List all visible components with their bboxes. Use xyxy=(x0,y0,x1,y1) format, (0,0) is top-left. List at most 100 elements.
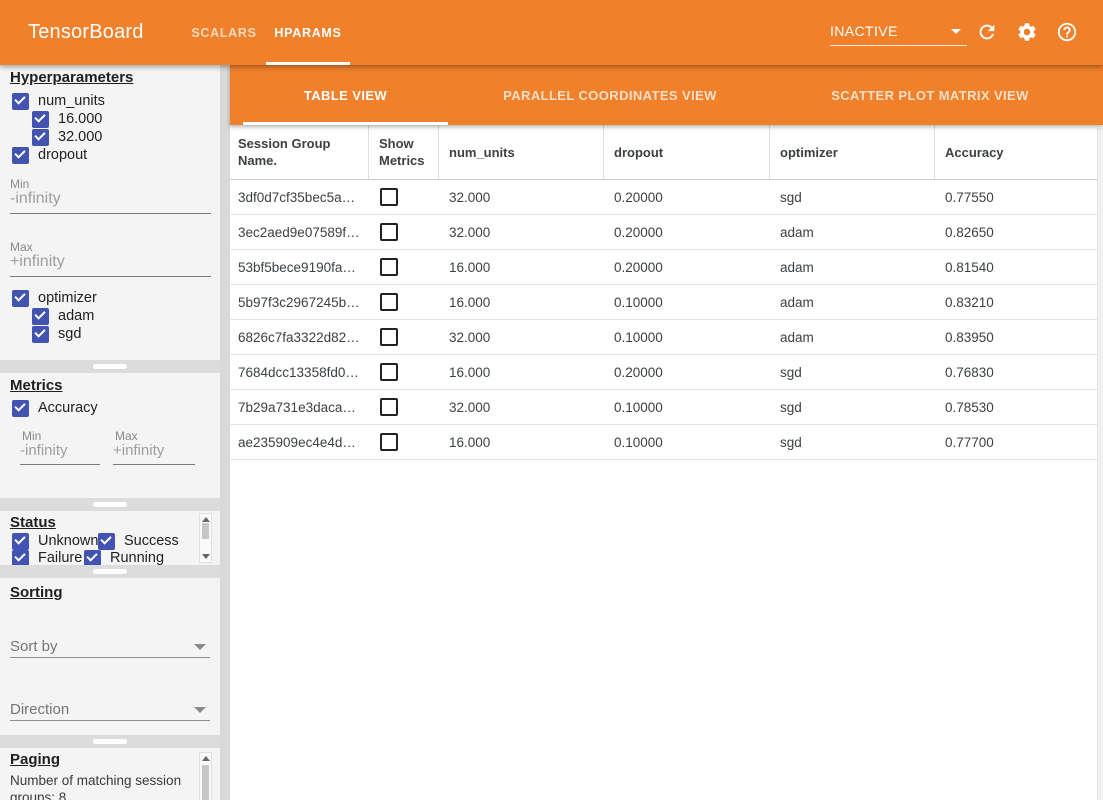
dropout-value: 0.10000 xyxy=(604,330,770,345)
show-metrics-checkbox[interactable] xyxy=(380,363,398,381)
col-show-metrics[interactable]: Show Metrics xyxy=(369,125,439,179)
num-units-checkbox[interactable] xyxy=(12,93,29,110)
failure-checkbox[interactable] xyxy=(12,550,29,566)
optimizer-value-adam: adam xyxy=(32,307,94,325)
num-units-label: num_units xyxy=(38,93,105,109)
tab-scatter-plot-matrix-view[interactable]: SCATTER PLOT MATRIX VIEW xyxy=(795,65,1065,125)
resize-handle[interactable] xyxy=(93,569,127,574)
sidebar-gutter xyxy=(220,65,230,800)
sort-by-value: Sort by xyxy=(10,638,58,655)
section-paging: Paging Number of matching session groups… xyxy=(0,748,220,800)
show-metrics-checkbox[interactable] xyxy=(380,328,398,346)
hparam-dropout: dropout xyxy=(12,146,87,164)
hyperparameters-heading: Hyperparameters xyxy=(10,69,133,86)
num-units-value: 32.000 xyxy=(439,225,604,240)
show-metrics-cell xyxy=(369,328,439,346)
table-row: 7684dcc13358fd0… 16.000 0.20000 sgd 0.76… xyxy=(230,355,1103,390)
paging-heading: Paging xyxy=(10,751,60,768)
run-status-dropdown[interactable]: INACTIVE xyxy=(830,17,967,46)
session-group-name: 3ec2aed9e07589f… xyxy=(230,225,369,240)
num-units-value-32: 32.000 xyxy=(32,128,102,146)
running-checkbox[interactable] xyxy=(84,550,101,566)
dropout-min-input[interactable] xyxy=(10,190,211,214)
scroll-up-icon[interactable] xyxy=(202,517,210,522)
show-metrics-checkbox[interactable] xyxy=(380,433,398,451)
scrollbar-thumb[interactable] xyxy=(202,523,209,539)
resize-handle[interactable] xyxy=(93,364,127,369)
show-metrics-cell xyxy=(369,188,439,206)
col-dropout[interactable]: dropout xyxy=(604,125,770,179)
optimizer-value: sgd xyxy=(770,365,935,380)
optimizer-value: adam xyxy=(770,295,935,310)
value-32-label: 32.000 xyxy=(58,129,102,145)
num-units-value: 16.000 xyxy=(439,365,604,380)
resize-handle[interactable] xyxy=(93,502,127,507)
sort-by-dropdown[interactable]: Sort by xyxy=(10,636,210,658)
value-16-checkbox[interactable] xyxy=(32,111,49,128)
num-units-value: 16.000 xyxy=(439,260,604,275)
accuracy-max-input[interactable] xyxy=(113,442,195,465)
dropout-checkbox[interactable] xyxy=(12,147,29,164)
scroll-down-icon[interactable] xyxy=(202,554,210,559)
accuracy-max-label: Max xyxy=(115,429,138,443)
col-optimizer[interactable]: optimizer xyxy=(770,125,935,179)
status-success: Success xyxy=(98,532,179,550)
session-group-name: ae235909ec4e4d… xyxy=(230,435,369,450)
show-metrics-checkbox[interactable] xyxy=(380,188,398,206)
sgd-checkbox[interactable] xyxy=(32,326,49,343)
col-accuracy[interactable]: Accuracy xyxy=(935,125,1103,179)
dropout-max-input[interactable] xyxy=(10,253,211,277)
show-metrics-checkbox[interactable] xyxy=(380,258,398,276)
sgd-label: sgd xyxy=(58,326,81,342)
refresh-icon[interactable] xyxy=(976,21,998,43)
num-units-value: 16.000 xyxy=(439,435,604,450)
success-label: Success xyxy=(124,533,179,549)
show-metrics-checkbox[interactable] xyxy=(380,398,398,416)
optimizer-value: adam xyxy=(770,225,935,240)
section-hyperparameters: Hyperparameters num_units 16.000 32.000 … xyxy=(0,65,220,360)
resize-handle[interactable] xyxy=(93,739,127,744)
metrics-heading: Metrics xyxy=(10,377,63,394)
col-session-group-name[interactable]: Session Group Name. xyxy=(230,125,369,179)
show-metrics-checkbox[interactable] xyxy=(380,293,398,311)
tab-parallel-coordinates-view[interactable]: PARALLEL COORDINATES VIEW xyxy=(475,65,745,125)
value-32-checkbox[interactable] xyxy=(32,129,49,146)
show-metrics-cell xyxy=(369,258,439,276)
table-row: 7b29a731e3daca… 32.000 0.10000 sgd 0.785… xyxy=(230,390,1103,425)
direction-dropdown[interactable]: Direction xyxy=(10,699,210,721)
sorting-heading: Sorting xyxy=(10,584,63,601)
status-failure: Failure xyxy=(12,549,82,565)
help-icon[interactable] xyxy=(1056,21,1078,43)
table-body: 3df0d7cf35bec5a… 32.000 0.20000 sgd 0.77… xyxy=(230,180,1103,460)
tab-scalars[interactable]: SCALARS xyxy=(182,0,266,65)
optimizer-value-sgd: sgd xyxy=(32,325,81,343)
show-metrics-cell xyxy=(369,433,439,451)
scroll-up-icon[interactable] xyxy=(202,756,210,761)
accuracy-checkbox[interactable] xyxy=(12,400,29,417)
show-metrics-cell xyxy=(369,398,439,416)
tab-table-view[interactable]: TABLE VIEW xyxy=(243,65,448,125)
success-checkbox[interactable] xyxy=(98,533,115,550)
session-group-name: 6826c7fa3322d82… xyxy=(230,330,369,345)
adam-checkbox[interactable] xyxy=(32,308,49,325)
accuracy-min-input[interactable] xyxy=(20,442,100,465)
optimizer-value: sgd xyxy=(770,400,935,415)
session-group-name: 53bf5bece9190fa… xyxy=(230,260,369,275)
unknown-checkbox[interactable] xyxy=(12,533,29,550)
scrollbar-thumb[interactable] xyxy=(202,765,209,800)
chevron-down-icon xyxy=(194,644,206,650)
settings-gear-icon[interactable] xyxy=(1016,21,1038,43)
paging-scrollbar[interactable] xyxy=(199,752,212,800)
col-num-units[interactable]: num_units xyxy=(439,125,604,179)
show-metrics-checkbox[interactable] xyxy=(380,223,398,241)
accuracy-label: Accuracy xyxy=(38,400,98,416)
accuracy-value: 0.83210 xyxy=(935,295,1103,310)
main-scrollbar-track[interactable] xyxy=(1097,128,1103,800)
optimizer-checkbox[interactable] xyxy=(12,290,29,307)
running-label: Running xyxy=(110,550,164,565)
tab-hparams[interactable]: HPARAMS xyxy=(266,0,350,65)
section-divider xyxy=(0,360,220,373)
status-scrollbar[interactable] xyxy=(199,513,212,563)
table-row: 3ec2aed9e07589f… 32.000 0.20000 adam 0.8… xyxy=(230,215,1103,250)
dropout-min-label: Min xyxy=(10,177,29,191)
